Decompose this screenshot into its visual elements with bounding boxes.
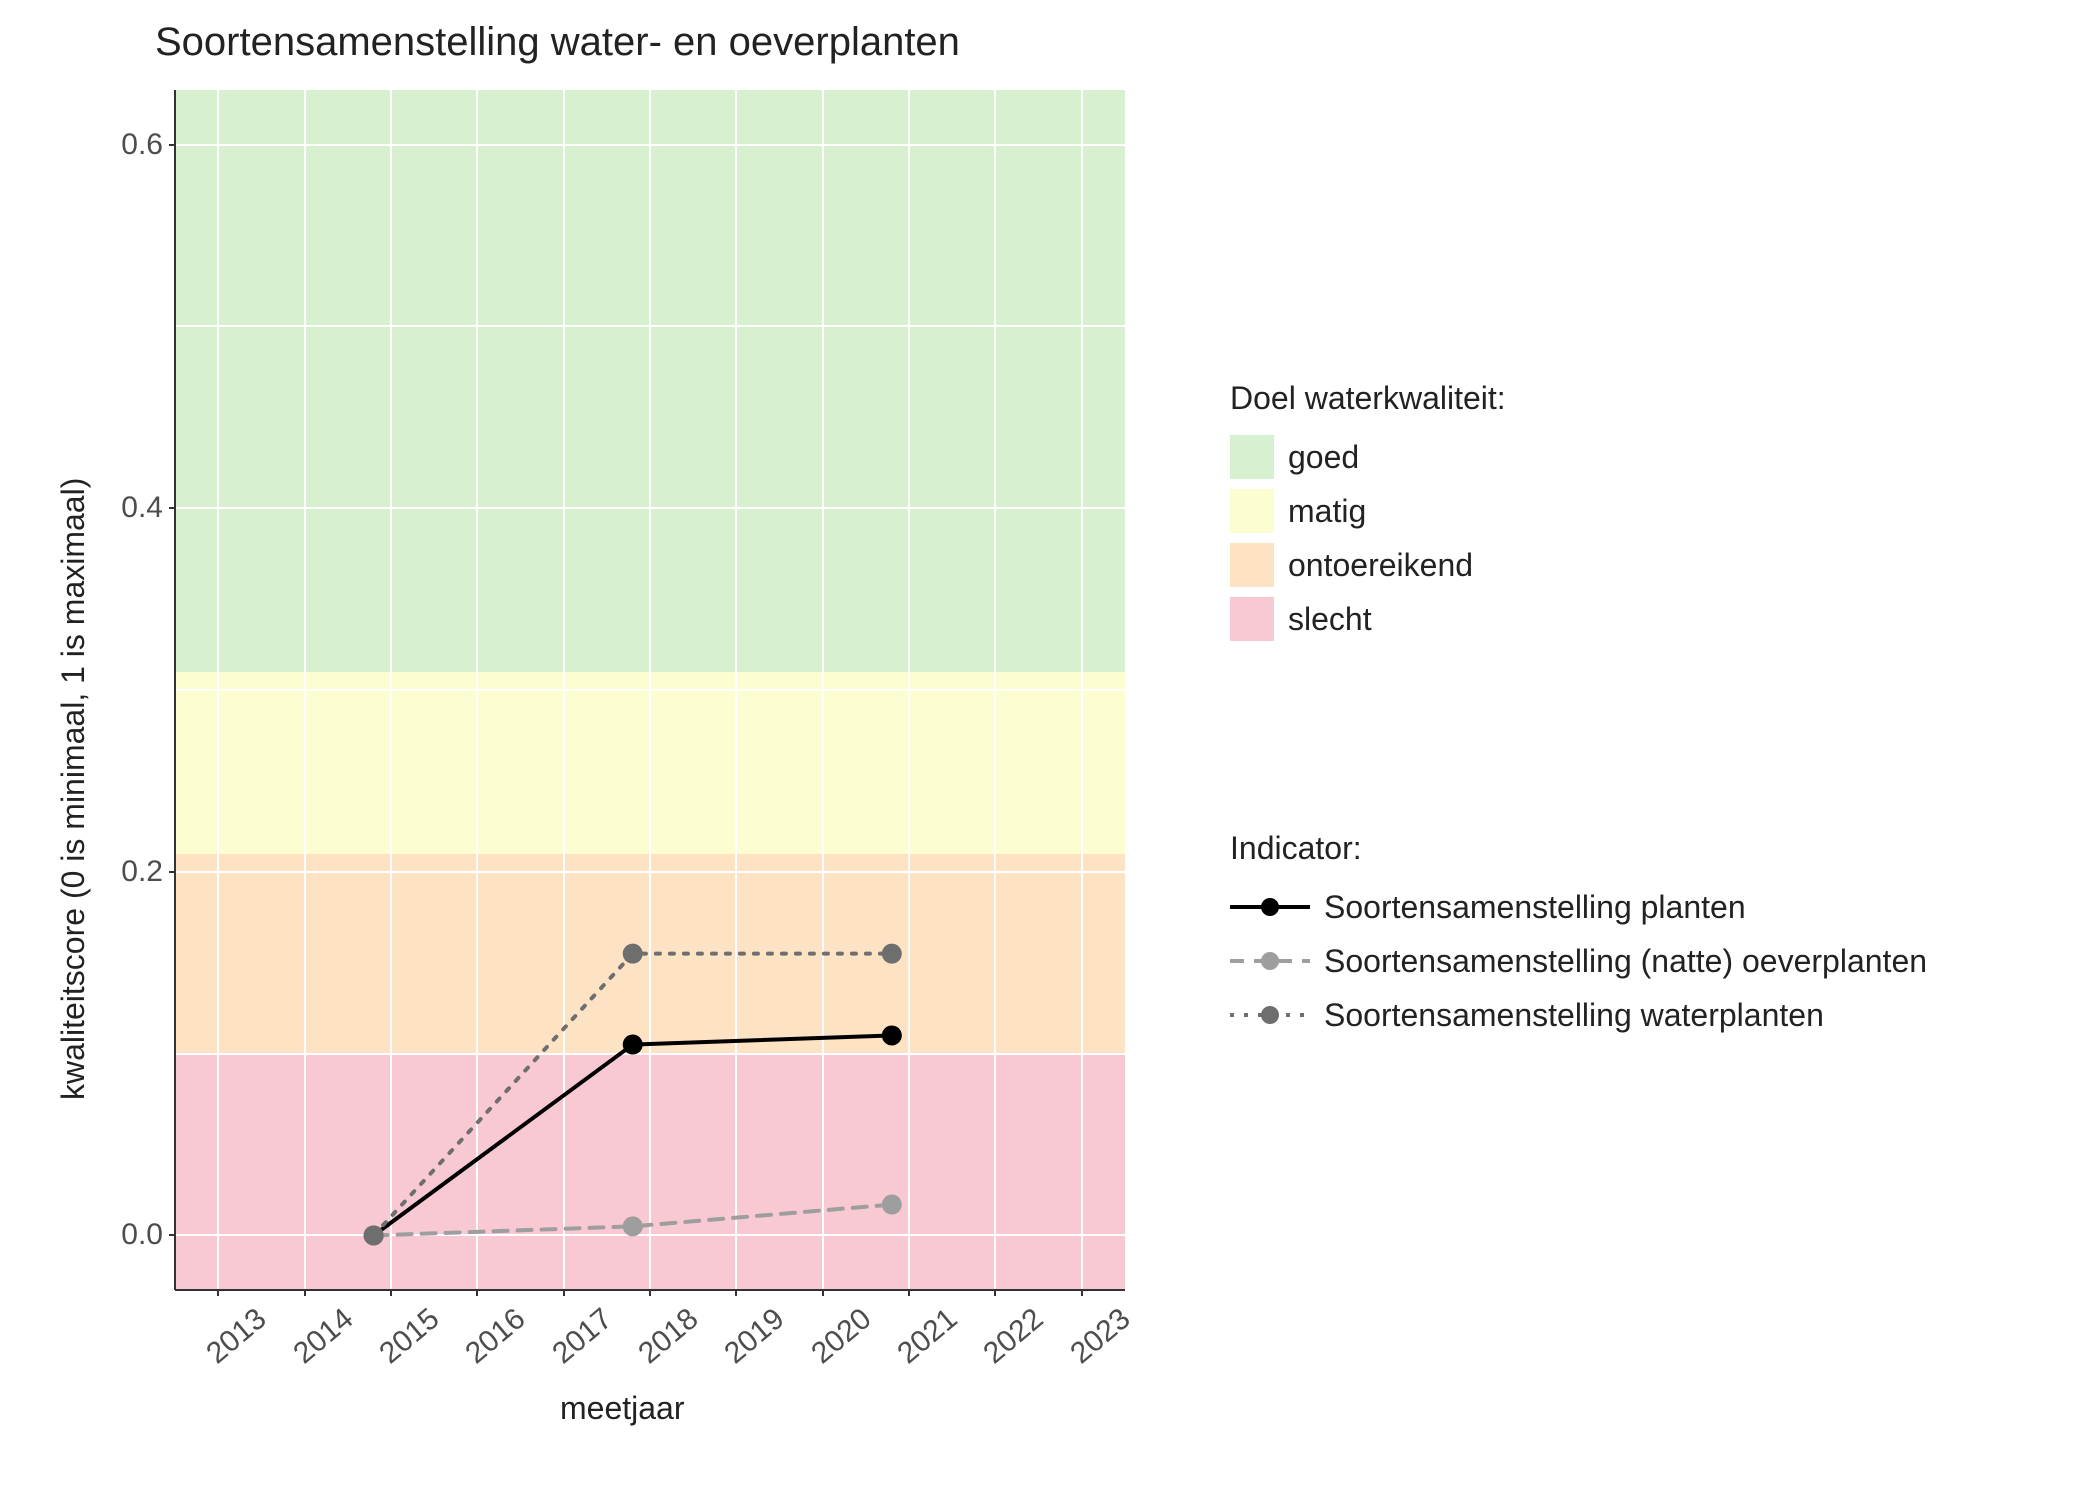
legend-label: matig bbox=[1288, 493, 1366, 530]
legend-label: Soortensamenstelling (natte) oeverplante… bbox=[1324, 943, 1927, 980]
legend-line-swatch bbox=[1230, 891, 1310, 923]
legend-swatch bbox=[1230, 435, 1274, 479]
x-tick-label: 2014 bbox=[287, 1302, 360, 1371]
legend-band-item: matig bbox=[1230, 489, 1506, 533]
legend-label: slecht bbox=[1288, 601, 1372, 638]
series-layer bbox=[175, 90, 1125, 1290]
x-tick-label: 2020 bbox=[805, 1302, 878, 1371]
data-point bbox=[364, 1225, 384, 1245]
x-tick-label: 2018 bbox=[632, 1302, 705, 1371]
legend-swatch bbox=[1230, 489, 1274, 533]
x-tick-label: 2017 bbox=[546, 1302, 619, 1371]
legend-series-item: Soortensamenstelling waterplanten bbox=[1230, 993, 1927, 1037]
chart-title: Soortensamenstelling water- en oeverplan… bbox=[155, 20, 960, 65]
x-axis-label: meetjaar bbox=[560, 1390, 685, 1427]
legend-series-item: Soortensamenstelling planten bbox=[1230, 885, 1927, 929]
legend-series: Indicator: Soortensamenstelling planten S… bbox=[1230, 830, 1927, 1047]
legend-series-title: Indicator: bbox=[1230, 830, 1927, 867]
legend-label: ontoereikend bbox=[1288, 547, 1473, 584]
legend-bands-title: Doel waterkwaliteit: bbox=[1230, 380, 1506, 417]
legend-line-swatch bbox=[1230, 945, 1310, 977]
legend-line-swatch bbox=[1230, 999, 1310, 1031]
plot-panel: 0.00.20.40.62013201420152016201720182019… bbox=[175, 90, 1125, 1290]
x-tick-label: 2022 bbox=[978, 1302, 1051, 1371]
x-tick-label: 2016 bbox=[460, 1302, 533, 1371]
data-point bbox=[623, 1035, 643, 1055]
legend-series-item: Soortensamenstelling (natte) oeverplante… bbox=[1230, 939, 1927, 983]
legend-swatch bbox=[1230, 543, 1274, 587]
data-point bbox=[882, 944, 902, 964]
legend-band-item: goed bbox=[1230, 435, 1506, 479]
legend-label: goed bbox=[1288, 439, 1359, 476]
data-point bbox=[623, 944, 643, 964]
y-tick-label: 0.6 bbox=[121, 128, 163, 162]
legend-bands: Doel waterkwaliteit: goed matig ontoereike… bbox=[1230, 380, 1506, 651]
chart-figure: Soortensamenstelling water- en oeverplan… bbox=[0, 0, 2100, 1500]
x-tick-label: 2019 bbox=[719, 1302, 792, 1371]
legend-band-item: ontoereikend bbox=[1230, 543, 1506, 587]
x-tick-label: 2021 bbox=[891, 1302, 964, 1371]
series-line bbox=[374, 1035, 892, 1235]
x-tick-label: 2013 bbox=[200, 1302, 273, 1371]
y-tick-label: 0.2 bbox=[121, 855, 163, 889]
y-tick-label: 0.0 bbox=[121, 1218, 163, 1252]
y-axis-label: kwaliteitscore (0 is minimaal, 1 is maxi… bbox=[55, 478, 92, 1100]
x-tick-label: 2023 bbox=[1064, 1302, 1137, 1371]
legend-label: Soortensamenstelling planten bbox=[1324, 889, 1746, 926]
data-point bbox=[623, 1216, 643, 1236]
legend-swatch bbox=[1230, 597, 1274, 641]
data-point bbox=[882, 1195, 902, 1215]
legend-band-item: slecht bbox=[1230, 597, 1506, 641]
y-tick-label: 0.4 bbox=[121, 491, 163, 525]
series-line bbox=[374, 954, 892, 1236]
data-point bbox=[882, 1025, 902, 1045]
x-tick-label: 2015 bbox=[373, 1302, 446, 1371]
legend-label: Soortensamenstelling waterplanten bbox=[1324, 997, 1824, 1034]
